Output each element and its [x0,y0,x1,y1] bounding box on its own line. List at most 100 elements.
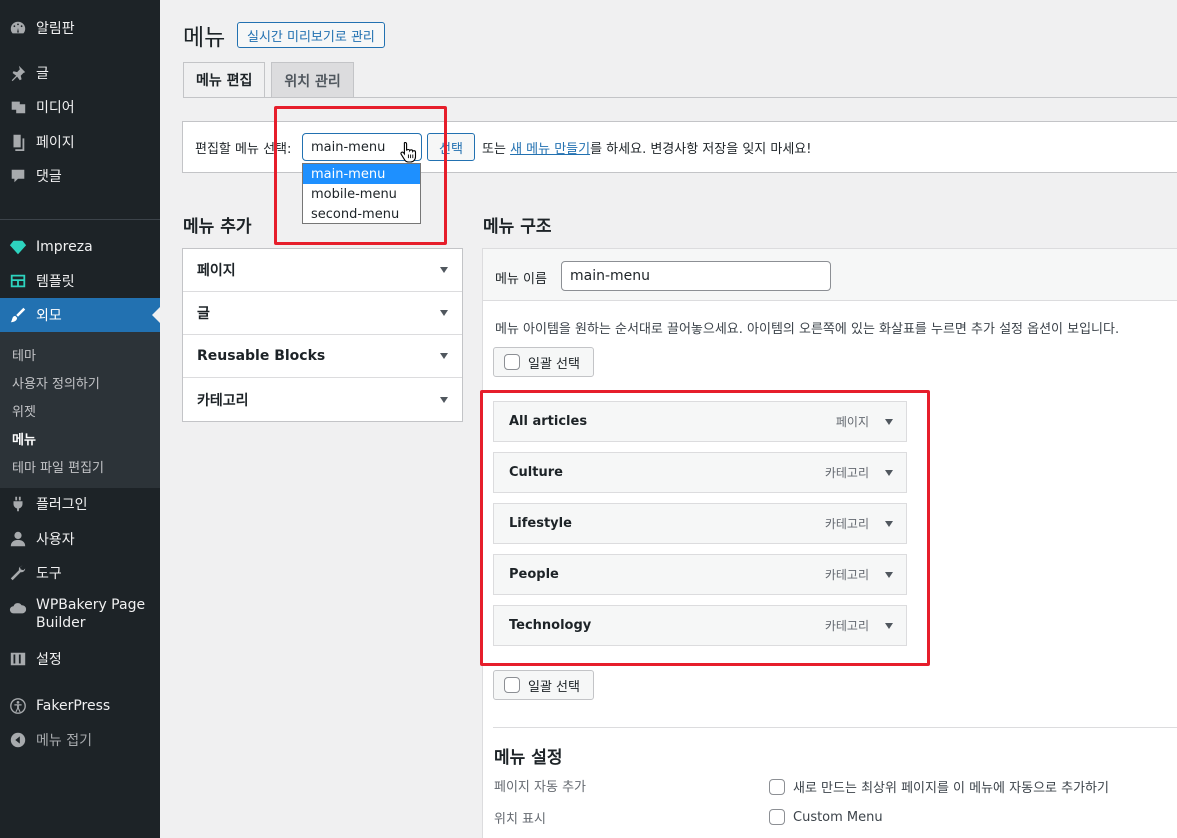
bulk-select-label: 일괄 선택 [528,356,580,372]
or-text: 또는 [482,142,506,157]
accordion-section-title: 페이지 [197,263,236,279]
submenu-item-customize[interactable]: 사용자 정의하기 [0,368,160,396]
diamond-icon [0,238,36,256]
sidebar-item-label: 사용자 [36,532,75,548]
auto-add-pages-checkbox[interactable] [769,778,785,795]
wrench-icon [0,564,36,582]
sidebar-item-label: 플러그인 [36,497,88,513]
sidebar-item-dashboard[interactable]: 알림판 [0,11,160,45]
create-menu-link[interactable]: 새 메뉴 만들기 [510,142,590,157]
live-preview-button[interactable]: 실시간 미리보기로 관리 [237,22,385,48]
cloud-icon [0,596,36,617]
sidebar-separator [0,219,160,220]
menu-name-input[interactable]: main-menu [561,261,831,291]
accordion-section-reusable-blocks[interactable]: Reusable Blocks [183,335,462,378]
sidebar-item-templates[interactable]: 템플릿 [0,264,160,298]
media-icon [0,98,36,116]
user-icon [0,530,36,548]
sidebar-item-comments[interactable]: 댓글 [0,159,160,193]
sidebar-item-settings[interactable]: 설정 [0,642,160,676]
sidebar-item-tools[interactable]: 도구 [0,556,160,590]
menu-name-label: 메뉴 이름 [495,272,547,287]
location-custom-menu-text: Custom Menu [793,809,883,825]
create-menu-text: 또는 새 메뉴 만들기를 하세요. 변경사항 저장을 잊지 마세요! [482,138,811,157]
highlight-box-menu-items [480,390,930,666]
tab-edit-menus[interactable]: 메뉴 편집 [183,62,266,98]
sidebar-item-label: 메뉴 접기 [36,733,92,749]
sidebar-item-label: Impreza [36,239,93,255]
accordion-section-title: 카테고리 [197,392,249,409]
menu-settings-heading: 메뉴 설정 [494,748,563,768]
tab-manage-locations[interactable]: 위치 관리 [271,62,354,98]
accordion-section-pages[interactable]: 페이지 [183,249,462,292]
menu-structure-heading: 메뉴 구조 [483,217,552,237]
template-icon [0,272,36,290]
bulk-select-label: 일괄 선택 [528,679,580,695]
settings-divider [493,727,1177,728]
brush-icon [0,306,36,324]
highlight-box-menu-select [274,106,447,245]
accordion-section-title: 글 [197,306,210,322]
comment-icon [0,167,36,185]
settings-icon [0,650,36,668]
menu-name-row: 메뉴 이름 main-menu [483,249,1177,301]
submenu-item-widgets[interactable]: 위젯 [0,396,160,424]
bulk-select-checkbox[interactable] [504,677,520,693]
sidebar-item-wpbakery[interactable]: WPBakery Page Builder [0,596,160,636]
location-custom-menu-checkbox[interactable] [769,809,785,825]
sidebar-item-impreza[interactable]: Impreza [0,230,160,264]
bulk-select-checkbox[interactable] [504,354,520,370]
accordion-section-posts[interactable]: 글 [183,292,462,335]
accordion-section-title: Reusable Blocks [197,348,326,364]
sidebar-item-label: 미디어 [36,100,75,116]
caret-down-icon [440,396,448,403]
pin-icon [0,64,36,82]
display-location-label: 위치 표시 [494,812,546,827]
menu-instructions: 메뉴 아이템을 원하는 순서대로 끌어놓으세요. 아이템의 오른쪽에 있는 화살… [495,322,1120,337]
accordion-section-categories[interactable]: 카테고리 [183,378,462,421]
submenu-item-theme-editor[interactable]: 테마 파일 편집기 [0,452,160,480]
sidebar-item-label: FakerPress [36,698,111,714]
sidebar-item-label: WPBakery Page Builder [36,597,146,631]
sidebar-item-plugins[interactable]: 플러그인 [0,487,160,521]
auto-add-pages-option[interactable]: 새로 만드는 최상위 페이지를 이 메뉴에 자동으로 추가하기 [769,777,1109,796]
sidebar-item-pages[interactable]: 페이지 [0,125,160,159]
accessibility-icon [0,697,36,715]
appearance-submenu: 테마 사용자 정의하기 위젯 메뉴 테마 파일 편집기 [0,332,160,488]
menu-name-value: main-menu [570,268,651,284]
dashboard-icon [0,19,36,37]
sidebar-item-appearance[interactable]: 외모 [0,298,160,332]
caret-down-icon [440,353,448,359]
admin-sidebar: 알림판 글 미디어 페이지 댓글 Impreza 템플릿 외모 테마 사용자 정… [0,0,160,838]
sidebar-item-label: 외모 [36,308,62,324]
caret-down-icon [440,310,448,316]
auto-add-pages-text: 새로 만드는 최상위 페이지를 이 메뉴에 자동으로 추가하기 [793,781,1109,796]
sidebar-item-label: 템플릿 [36,274,75,290]
sidebar-item-collapse[interactable]: 메뉴 접기 [0,723,160,757]
add-menu-items-heading: 메뉴 추가 [183,217,252,237]
location-custom-menu-option[interactable]: Custom Menu [769,809,883,825]
add-menu-items-accordion: 페이지 글 Reusable Blocks 카테고리 [182,248,463,422]
caret-down-icon [440,267,448,273]
submenu-item-themes[interactable]: 테마 [0,340,160,368]
sidebar-item-fakerpress[interactable]: FakerPress [0,689,160,723]
plugin-icon [0,495,36,513]
sidebar-item-label: 도구 [36,566,62,582]
tab-divider [183,97,1177,98]
sidebar-item-label: 댓글 [36,169,62,185]
save-reminder-text: 를 하세요. 변경사항 저장을 잊지 마세요! [590,142,812,157]
sidebar-item-posts[interactable]: 글 [0,56,160,90]
submenu-item-menus[interactable]: 메뉴 [0,424,160,452]
sidebar-item-label: 글 [36,66,49,82]
sidebar-item-label: 알림판 [36,21,75,37]
page-icon [0,133,36,151]
sidebar-item-label: 설정 [36,652,62,668]
page-title: 메뉴 [183,25,226,51]
bulk-select-top[interactable]: 일괄 선택 [493,347,594,377]
sidebar-item-media[interactable]: 미디어 [0,90,160,124]
auto-add-pages-label: 페이지 자동 추가 [494,780,586,795]
bulk-select-bottom[interactable]: 일괄 선택 [493,670,594,700]
collapse-icon [0,731,36,749]
sidebar-item-users[interactable]: 사용자 [0,522,160,556]
sidebar-item-label: 페이지 [36,135,75,151]
